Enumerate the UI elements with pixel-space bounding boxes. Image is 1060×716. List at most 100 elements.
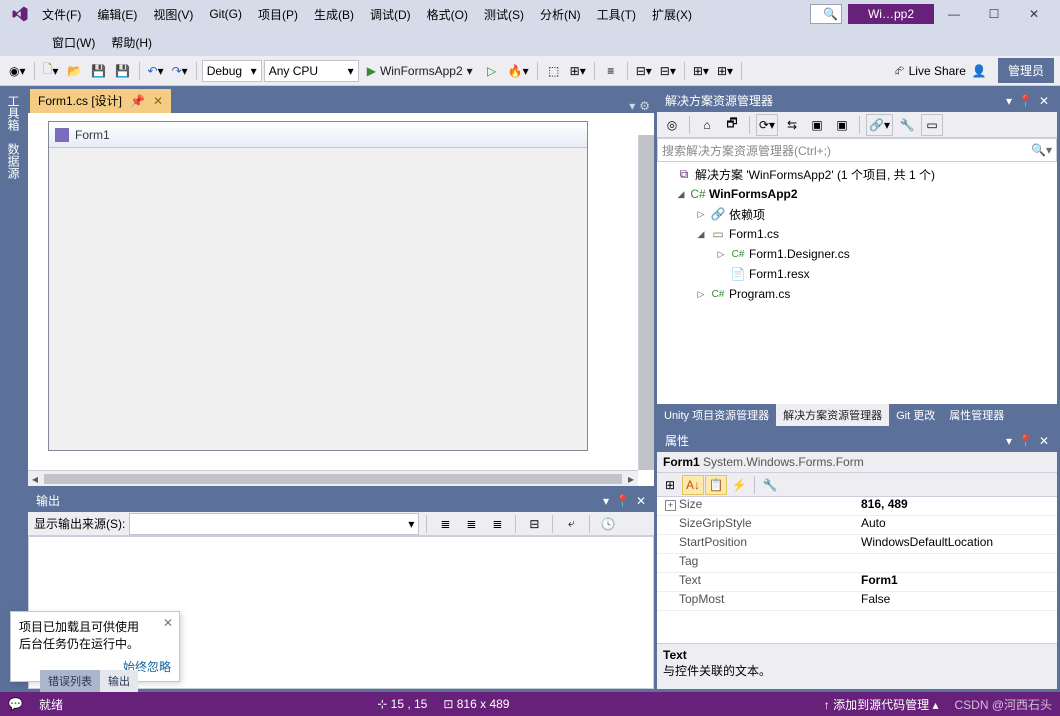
tree-solution-node[interactable]: ⧉解决方案 'WinFormsApp2' (1 个项目, 共 1 个) xyxy=(657,164,1057,184)
solution-explorer-search[interactable]: 搜索解决方案资源管理器(Ctrl+;) 🔍▾ xyxy=(657,138,1057,162)
tab-git-changes[interactable]: Git 更改 xyxy=(889,404,942,426)
designer-hscroll[interactable]: ◂▸ xyxy=(28,470,638,486)
sln-preview-button[interactable]: ▭ xyxy=(921,114,943,136)
output-wordwrap-button[interactable]: ⤶ xyxy=(560,513,582,535)
menu-edit[interactable]: 编辑(E) xyxy=(89,2,145,27)
minimize-button[interactable]: — xyxy=(934,2,974,26)
properties-object-selector[interactable]: Form1 System.Windows.Forms.Form xyxy=(657,452,1057,473)
tree-resx-file[interactable]: 📄Form1.resx xyxy=(657,264,1057,284)
live-share-button[interactable]: ⮳Live Share xyxy=(895,63,966,78)
output-btn-1[interactable]: ≣ xyxy=(434,513,456,535)
menu-extensions[interactable]: 扩展(X) xyxy=(644,2,700,27)
tree-project-node[interactable]: ◢C#WinFormsApp2 xyxy=(657,184,1057,204)
output-clear-button[interactable]: 🕓 xyxy=(597,513,619,535)
output-btn-2[interactable]: ≣ xyxy=(460,513,482,535)
menu-window[interactable]: 窗口(W) xyxy=(44,30,103,55)
tab-error-list[interactable]: 错误列表 xyxy=(40,670,100,692)
menu-file[interactable]: 文件(F) xyxy=(34,2,89,27)
menu-tools[interactable]: 工具(T) xyxy=(589,2,644,27)
tab-output[interactable]: 输出 xyxy=(100,670,138,692)
document-tab[interactable]: Form1.cs [设计] 📌 ✕ xyxy=(30,89,171,113)
undo-button[interactable]: ↶▾ xyxy=(145,60,167,82)
menu-git[interactable]: Git(G) xyxy=(201,3,250,25)
output-source-combo[interactable]: ▾ xyxy=(129,513,419,535)
popup-close-icon[interactable]: ✕ xyxy=(163,616,173,630)
props-dropdown-icon[interactable]: ▾ xyxy=(1006,434,1012,448)
sln-collapse-button[interactable]: ▣ xyxy=(831,114,853,136)
tree-form-node[interactable]: ◢▭Form1.cs xyxy=(657,224,1057,244)
layout-btn-2[interactable]: ⊞▾ xyxy=(567,60,589,82)
menu-test[interactable]: 测试(S) xyxy=(476,2,532,27)
start-debug-button[interactable]: ▶WinFormsApp2▾ xyxy=(361,60,479,82)
tree-program-file[interactable]: ▷C#Program.cs xyxy=(657,284,1057,304)
align-btn-3[interactable]: ⊟▾ xyxy=(657,60,679,82)
property-row[interactable]: TextForm1 xyxy=(657,573,1057,592)
pin-icon[interactable]: 📌 xyxy=(130,94,145,108)
start-without-debug-button[interactable]: ▷ xyxy=(481,60,503,82)
config-combo[interactable]: Debug▾ xyxy=(202,60,262,82)
sln-switch-view-button[interactable]: 🗗 xyxy=(721,114,743,136)
property-row[interactable]: StartPositionWindowsDefaultLocation xyxy=(657,535,1057,554)
property-row[interactable]: +Size816, 489 xyxy=(657,497,1057,516)
maximize-button[interactable]: ☐ xyxy=(974,2,1014,26)
tab-property-manager[interactable]: 属性管理器 xyxy=(942,404,1011,426)
new-item-button[interactable]: 🗋▾ xyxy=(40,60,62,82)
properties-grid[interactable]: +Size816, 489SizeGripStyleAutoStartPosit… xyxy=(657,497,1057,643)
back-button[interactable]: ◉▾ xyxy=(6,60,29,82)
property-row[interactable]: Tag xyxy=(657,554,1057,573)
save-all-button[interactable]: 💾 xyxy=(112,60,134,82)
toolbox-tab[interactable]: 工具箱 xyxy=(3,89,25,137)
property-row[interactable]: SizeGripStyleAuto xyxy=(657,516,1057,535)
sln-home-button[interactable]: ⌂ xyxy=(696,114,718,136)
menu-build[interactable]: 生成(B) xyxy=(306,2,362,27)
output-btn-3[interactable]: ≣ xyxy=(486,513,508,535)
sln-pending-button[interactable]: ⟳▾ xyxy=(756,114,778,136)
sln-pin-icon[interactable]: 📍 xyxy=(1018,94,1033,108)
save-button[interactable]: 💾 xyxy=(88,60,110,82)
output-dropdown-icon[interactable]: ▾ xyxy=(603,494,609,508)
tab-unity-explorer[interactable]: Unity 项目资源管理器 xyxy=(657,404,776,426)
quick-launch-search[interactable]: 🔍 xyxy=(810,4,842,24)
solution-tree[interactable]: ⧉解决方案 'WinFormsApp2' (1 个项目, 共 1 个) ◢C#W… xyxy=(657,162,1057,404)
status-feedback-icon[interactable]: 💬 xyxy=(8,697,23,711)
status-add-source-control[interactable]: ↑ 添加到源代码管理 ▴ xyxy=(824,696,939,713)
props-events-button[interactable]: ⚡ xyxy=(728,475,750,495)
align-btn-1[interactable]: ≡ xyxy=(600,60,622,82)
tab-gear-icon[interactable]: ⚙ xyxy=(639,99,650,113)
props-properties-button[interactable]: 📋 xyxy=(705,475,727,495)
sln-scope-button[interactable]: 🔗▾ xyxy=(866,114,893,136)
redo-button[interactable]: ↷▾ xyxy=(169,60,191,82)
menu-analyze[interactable]: 分析(N) xyxy=(532,2,589,27)
menu-view[interactable]: 视图(V) xyxy=(145,2,201,27)
form-designer-surface[interactable]: Form1 ◂▸ xyxy=(28,113,654,486)
align-btn-2[interactable]: ⊟▾ xyxy=(633,60,655,82)
output-btn-4[interactable]: ⊟ xyxy=(523,513,545,535)
menu-help[interactable]: 帮助(H) xyxy=(103,30,160,55)
menu-format[interactable]: 格式(O) xyxy=(419,2,476,27)
designed-form[interactable]: Form1 xyxy=(48,121,588,451)
menu-project[interactable]: 项目(P) xyxy=(250,2,306,27)
menu-debug[interactable]: 调试(D) xyxy=(362,2,419,27)
platform-combo[interactable]: Any CPU▾ xyxy=(264,60,359,82)
tree-dependencies-node[interactable]: ▷🔗依赖项 xyxy=(657,204,1057,224)
props-pin-icon[interactable]: 📍 xyxy=(1018,434,1033,448)
property-row[interactable]: TopMostFalse xyxy=(657,592,1057,611)
form-client-area[interactable] xyxy=(49,148,587,450)
feedback-button[interactable]: 👤 xyxy=(968,60,990,82)
output-close-icon[interactable]: ✕ xyxy=(636,494,646,508)
sln-properties-button[interactable]: 🔧 xyxy=(896,114,918,136)
props-close-icon[interactable]: ✕ xyxy=(1039,434,1049,448)
close-tab-icon[interactable]: ✕ xyxy=(153,94,163,108)
layout-btn-1[interactable]: ⬚ xyxy=(543,60,565,82)
open-button[interactable]: 📂 xyxy=(64,60,86,82)
datasources-tab[interactable]: 数据源 xyxy=(3,137,25,185)
designer-vscroll[interactable] xyxy=(638,135,654,470)
sln-dropdown-icon[interactable]: ▾ xyxy=(1006,94,1012,108)
props-categorized-button[interactable]: ⊞ xyxy=(659,475,681,495)
output-pin-icon[interactable]: 📍 xyxy=(615,494,630,508)
sln-showall-button[interactable]: ▣ xyxy=(806,114,828,136)
props-alphabetical-button[interactable]: A↓ xyxy=(682,475,704,495)
align-btn-4[interactable]: ⊞▾ xyxy=(690,60,712,82)
sln-sync-button[interactable]: ⇆ xyxy=(781,114,803,136)
close-button[interactable]: ✕ xyxy=(1014,2,1054,26)
